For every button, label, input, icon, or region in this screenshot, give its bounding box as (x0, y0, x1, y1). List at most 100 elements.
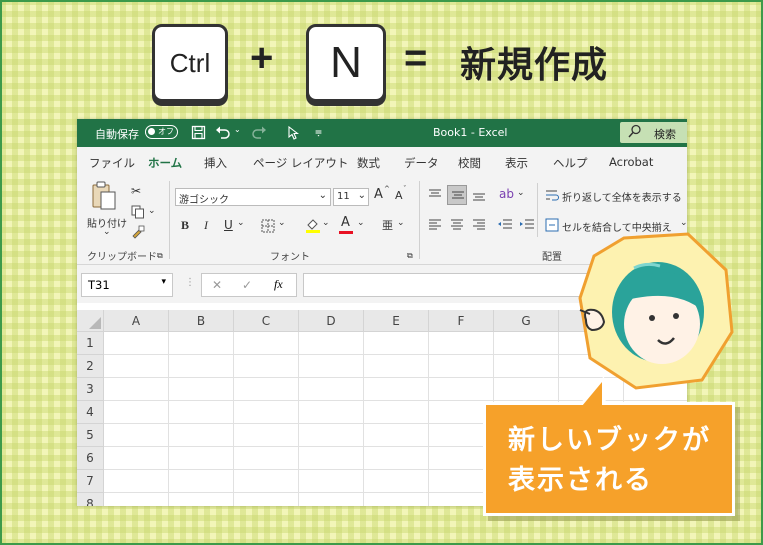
paste-dropdown-icon[interactable]: ⌄ (103, 227, 111, 237)
grow-font-caret-icon: ^ (384, 185, 390, 193)
bold-button[interactable]: B (181, 218, 189, 233)
n-key-label: N (330, 38, 362, 87)
tab-view[interactable]: 表示 (505, 155, 528, 171)
underline-button[interactable]: U (224, 218, 233, 232)
align-left-icon[interactable] (427, 218, 443, 232)
borders-dropdown-icon[interactable]: ⌄ (278, 218, 286, 228)
autosave-label: 自動保存 (95, 128, 139, 141)
underline-dropdown-icon[interactable]: ⌄ (237, 218, 245, 228)
save-icon[interactable] (191, 125, 206, 140)
touch-mode-icon[interactable] (287, 126, 299, 140)
wrap-text-icon[interactable] (545, 188, 559, 202)
font-color-button[interactable]: A (341, 215, 350, 230)
group-divider (169, 181, 170, 259)
inner-divider (537, 183, 538, 237)
title-bar: 自動保存 オフ ⌄ ⩦ Book1 - Excel 検索 (77, 119, 687, 147)
n-key: N (306, 24, 386, 102)
grow-font-button[interactable]: A (374, 187, 383, 202)
tab-review[interactable]: 校閲 (458, 155, 481, 171)
column-header-e[interactable]: E (364, 310, 429, 332)
select-all-corner[interactable] (77, 310, 104, 332)
tab-page-layout[interactable]: ページ レイアウト (253, 155, 348, 171)
align-right-icon[interactable] (471, 218, 487, 232)
row-header-4[interactable]: 4 (77, 401, 104, 424)
undo-dropdown-icon[interactable]: ⌄ (234, 125, 241, 134)
name-box-value: T31 (88, 278, 110, 292)
enter-formula-button[interactable]: ✓ (242, 278, 252, 292)
align-middle-button[interactable] (447, 185, 467, 205)
ctrl-key-label: Ctrl (169, 47, 211, 78)
align-bottom-icon[interactable] (471, 188, 487, 202)
clipboard-launcher-icon[interactable]: ⧉ (157, 251, 163, 261)
font-color-dropdown-icon[interactable]: ⌄ (357, 218, 365, 228)
tab-formulas[interactable]: 数式 (357, 155, 380, 171)
italic-button[interactable]: I (204, 218, 208, 233)
wrap-text-button[interactable]: 折り返して全体を表示する (562, 189, 682, 204)
row-header-1[interactable]: 1 (77, 332, 104, 355)
increase-indent-icon[interactable] (519, 218, 535, 232)
column-header-f[interactable]: F (429, 310, 494, 332)
merge-dropdown-icon[interactable]: ⌄ (680, 218, 687, 228)
borders-icon[interactable] (261, 219, 275, 233)
fill-color-icon[interactable] (305, 217, 321, 233)
font-name-select[interactable]: 游ゴシック ⌄ (175, 188, 331, 206)
tab-acrobat[interactable]: Acrobat (609, 155, 653, 169)
equals-sign: = (404, 36, 428, 80)
window-title: Book1 - Excel (433, 126, 508, 139)
row-header-3[interactable]: 3 (77, 378, 104, 401)
font-size-dropdown-icon: ⌄ (357, 190, 366, 201)
fill-color-dropdown-icon[interactable]: ⌄ (322, 218, 330, 228)
tab-home[interactable]: ホーム (148, 155, 183, 177)
search-icon (628, 124, 641, 138)
search-box[interactable]: 検索 (620, 122, 687, 143)
redo-icon[interactable] (251, 124, 267, 140)
orientation-dropdown-icon[interactable]: ⌄ (517, 188, 525, 198)
align-top-icon[interactable] (427, 188, 443, 202)
column-header-g[interactable]: G (494, 310, 559, 332)
row-header-2[interactable]: 2 (77, 355, 104, 378)
column-header-d[interactable]: D (299, 310, 364, 332)
alignment-group-label: 配置 (542, 252, 562, 263)
autosave-state: オフ (158, 127, 174, 136)
format-painter-icon[interactable] (131, 225, 145, 239)
callout-tail-fill (582, 382, 602, 406)
tab-data[interactable]: データ (404, 155, 439, 171)
tab-help[interactable]: ヘルプ (553, 155, 588, 171)
row-header-6[interactable]: 6 (77, 447, 104, 470)
tab-insert[interactable]: 挿入 (204, 155, 227, 171)
ribbon-tabs: ファイル ホーム 挿入 ページ レイアウト 数式 データ 校閲 表示 ヘルプ A… (77, 147, 687, 177)
row-header-7[interactable]: 7 (77, 470, 104, 493)
align-center-icon[interactable] (449, 218, 465, 232)
font-size-select[interactable]: 11 ⌄ (333, 188, 369, 206)
column-header-a[interactable]: A (104, 310, 169, 332)
toggle-knob (148, 128, 155, 135)
copy-icon[interactable] (131, 205, 145, 219)
font-group-label: フォント (270, 252, 310, 263)
decrease-indent-icon[interactable] (497, 218, 513, 232)
column-header-c[interactable]: C (234, 310, 299, 332)
merge-center-icon[interactable] (545, 218, 559, 232)
name-box-dropdown-icon: ▾ (161, 277, 166, 287)
row-header-5[interactable]: 5 (77, 424, 104, 447)
tab-file[interactable]: ファイル (89, 155, 135, 171)
paste-icon[interactable] (91, 181, 117, 211)
column-header-b[interactable]: B (169, 310, 234, 332)
phonetic-dropdown-icon[interactable]: ⌄ (397, 218, 405, 228)
undo-icon[interactable] (215, 124, 231, 140)
customize-toolbar-icon[interactable]: ⩦ (315, 124, 322, 139)
autosave-toggle[interactable]: オフ (145, 125, 178, 139)
insert-function-button[interactable]: fx (274, 277, 283, 292)
row-header-8[interactable]: 8 (77, 493, 104, 506)
copy-dropdown-icon[interactable]: ⌄ (148, 206, 156, 216)
cut-icon[interactable]: ✂ (131, 184, 141, 198)
cancel-formula-button[interactable]: ✕ (212, 278, 222, 292)
phonetic-icon[interactable]: 亜 (382, 217, 393, 233)
font-name-dropdown-icon: ⌄ (318, 190, 327, 201)
orientation-icon[interactable]: ab (499, 187, 514, 201)
font-launcher-icon[interactable]: ⧉ (407, 251, 413, 261)
guide-character-illustration (578, 232, 734, 390)
group-divider (419, 181, 420, 259)
name-box[interactable]: T31 ▾ (81, 273, 173, 297)
shrink-font-button[interactable]: A (395, 189, 403, 202)
formula-buttons: ✕ ✓ fx (201, 273, 297, 297)
